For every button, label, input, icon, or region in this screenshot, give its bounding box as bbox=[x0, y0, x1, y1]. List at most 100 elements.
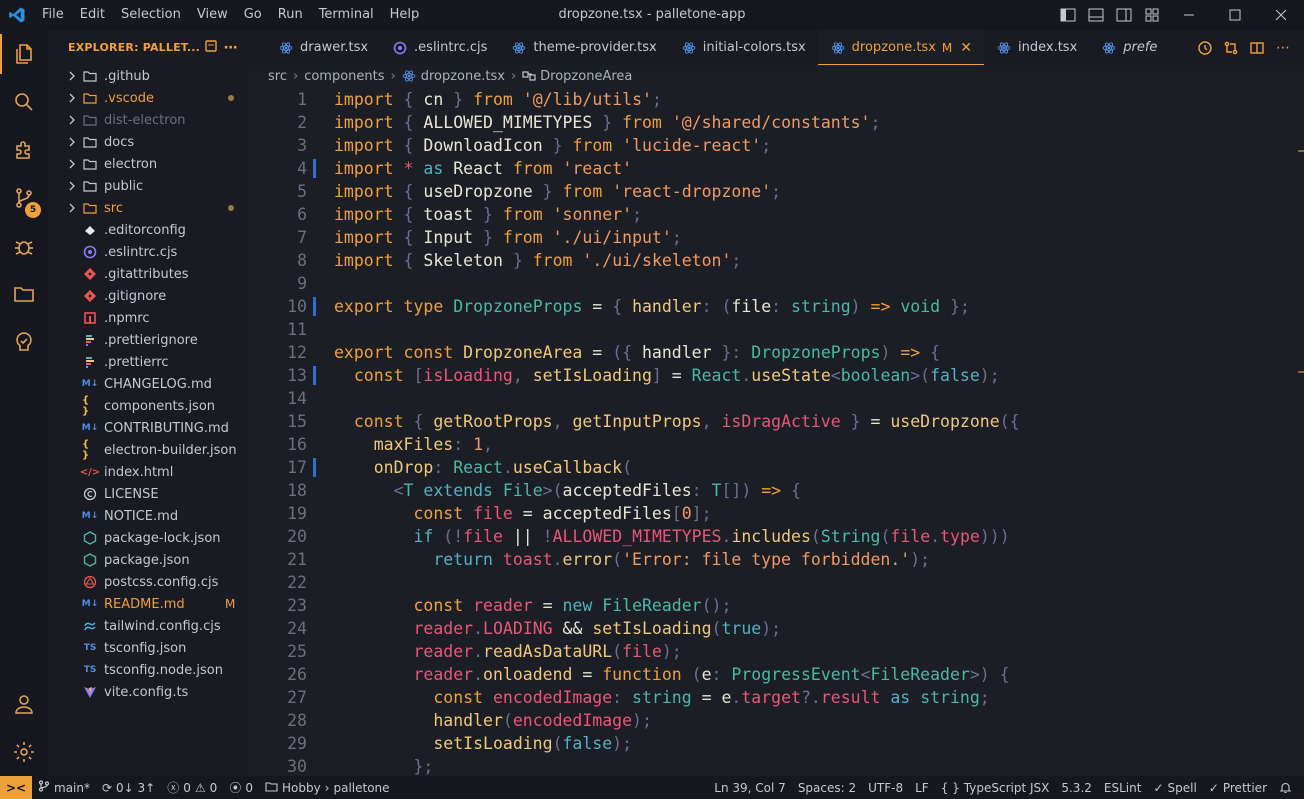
prettier-status[interactable]: ✓ Prettier bbox=[1203, 781, 1273, 795]
tree-folder[interactable]: docs bbox=[48, 131, 248, 153]
extensions-puzzle-icon[interactable] bbox=[0, 126, 48, 174]
encoding[interactable]: UTF-8 bbox=[862, 781, 909, 795]
spell-status[interactable]: ✓ Spell bbox=[1147, 781, 1202, 795]
close-window-icon[interactable] bbox=[1258, 0, 1304, 30]
end-of-line[interactable]: LF bbox=[909, 781, 935, 795]
breadcrumb-item[interactable]: components bbox=[304, 69, 384, 84]
code-editor[interactable]: 1 import { cn } from '@/lib/utils'; 2 impor… bbox=[248, 87, 1304, 776]
tree-file[interactable]: M↓ README.md M bbox=[48, 593, 248, 615]
code-line[interactable]: 21 return toast.error('Error: file type … bbox=[248, 548, 1288, 571]
account-icon[interactable] bbox=[0, 680, 48, 728]
menu-item-help[interactable]: Help bbox=[382, 0, 428, 30]
code-line[interactable]: 25 reader.readAsDataURL(file); bbox=[248, 640, 1288, 663]
code-line[interactable]: 20 if (!file || !ALLOWED_MIMETYPES.inclu… bbox=[248, 525, 1288, 548]
tree-file[interactable]: postcss.config.cjs bbox=[48, 571, 248, 593]
toggle-panel-icon[interactable] bbox=[1082, 0, 1110, 30]
cursor-position[interactable]: Ln 39, Col 7 bbox=[708, 781, 792, 795]
search-icon[interactable] bbox=[0, 78, 48, 126]
code-line[interactable]: 11 bbox=[248, 318, 1288, 341]
code-line[interactable]: 6 import { toast } from 'sonner'; bbox=[248, 203, 1288, 226]
minimize-icon[interactable] bbox=[1166, 0, 1212, 30]
compare-changes-icon[interactable] bbox=[1220, 37, 1242, 59]
code-line[interactable]: 26 reader.onloadend = function (e: Progr… bbox=[248, 663, 1288, 686]
code-line[interactable]: 5 import { useDropzone } from 'react-drop… bbox=[248, 180, 1288, 203]
breadcrumb-item[interactable]: dropzone.tsx bbox=[421, 69, 505, 84]
tree-file[interactable]: { } components.json bbox=[48, 395, 248, 417]
code-line[interactable]: 9 bbox=[248, 272, 1288, 295]
tree-file[interactable]: .gitattributes bbox=[48, 263, 248, 285]
tree-file[interactable]: </> index.html bbox=[48, 461, 248, 483]
code-line[interactable]: 4 import * as React from 'react' bbox=[248, 157, 1288, 180]
code-line[interactable]: 15 const { getRootProps, getInputProps, … bbox=[248, 410, 1288, 433]
code-line[interactable]: 17 onDrop: React.useCallback( bbox=[248, 456, 1288, 479]
tree-file[interactable]: vite.config.ts bbox=[48, 681, 248, 703]
toggle-primary-sidebar-icon[interactable] bbox=[1054, 0, 1082, 30]
timeline-history-icon[interactable] bbox=[1194, 37, 1216, 59]
source-control-icon[interactable]: 5 bbox=[0, 174, 48, 222]
tab-initial-colors-tsx[interactable]: initial-colors.tsx bbox=[669, 30, 818, 65]
code-line[interactable]: 27 const encodedImage: string = e.target… bbox=[248, 686, 1288, 709]
sync-status[interactable]: ⟳ 0↓ 3↑ bbox=[96, 781, 161, 795]
remote-icon[interactable]: >< bbox=[0, 776, 32, 799]
tree-folder[interactable]: .github bbox=[48, 65, 248, 87]
code-line[interactable]: 19 const file = acceptedFiles[0]; bbox=[248, 502, 1288, 525]
tree-file[interactable]: M↓ CONTRIBUTING.md bbox=[48, 417, 248, 439]
tree-file[interactable]: M↓ CHANGELOG.md bbox=[48, 373, 248, 395]
code-line[interactable]: 18 <T extends File>(acceptedFiles: T[]) … bbox=[248, 479, 1288, 502]
tab-drawer-tsx[interactable]: drawer.tsx bbox=[248, 30, 380, 65]
eslint-status[interactable]: ESLint bbox=[1098, 781, 1148, 795]
code-line[interactable]: 16 maxFiles: 1, bbox=[248, 433, 1288, 456]
tree-file[interactable]: { } electron-builder.json bbox=[48, 439, 248, 461]
breadcrumb-item[interactable]: DropzoneArea bbox=[540, 69, 632, 84]
more-actions-icon[interactable]: ⋯ bbox=[224, 40, 238, 56]
typescript-version[interactable]: 5.3.2 bbox=[1055, 781, 1098, 795]
menu-item-selection[interactable]: Selection bbox=[113, 0, 189, 30]
split-editor-icon[interactable] bbox=[1246, 37, 1268, 59]
vscode-logo-icon[interactable] bbox=[0, 0, 34, 30]
toggle-secondary-sidebar-icon[interactable] bbox=[1110, 0, 1138, 30]
notifications-bell-icon[interactable] bbox=[1273, 781, 1304, 794]
tab-prefe[interactable]: prefe bbox=[1089, 30, 1169, 65]
tab-index-tsx[interactable]: index.tsx bbox=[984, 30, 1089, 65]
tree-file[interactable]: .npmrc bbox=[48, 307, 248, 329]
code-line[interactable]: 23 const reader = new FileReader(); bbox=[248, 594, 1288, 617]
menu-item-run[interactable]: Run bbox=[270, 0, 311, 30]
new-file-icon[interactable] bbox=[204, 39, 218, 56]
code-line[interactable]: 10 export type DropzoneProps = { handler:… bbox=[248, 295, 1288, 318]
menu-item-edit[interactable]: Edit bbox=[72, 0, 113, 30]
tree-folder[interactable]: electron bbox=[48, 153, 248, 175]
tab-eslintrc-cjs[interactable]: .eslintrc.cjs bbox=[380, 30, 499, 65]
code-line[interactable]: 7 import { Input } from './ui/input'; bbox=[248, 226, 1288, 249]
settings-gear-icon[interactable] bbox=[0, 728, 48, 776]
tree-file[interactable]: LICENSE bbox=[48, 483, 248, 505]
tree-folder[interactable]: src bbox=[48, 197, 248, 219]
workspace-status[interactable]: Hobby › palletone bbox=[259, 781, 396, 795]
maximize-icon[interactable] bbox=[1212, 0, 1258, 30]
tree-file[interactable]: package.json bbox=[48, 549, 248, 571]
tree-file[interactable]: .editorconfig bbox=[48, 219, 248, 241]
customize-layout-icon[interactable] bbox=[1138, 0, 1166, 30]
branch-status[interactable]: main* bbox=[32, 780, 96, 795]
tree-file[interactable]: M↓ NOTICE.md bbox=[48, 505, 248, 527]
code-line[interactable]: 30 }; bbox=[248, 755, 1288, 776]
breadcrumb-item[interactable]: src bbox=[268, 69, 287, 84]
close-tab-icon[interactable]: ✕ bbox=[960, 40, 972, 56]
explorer-icon[interactable] bbox=[0, 30, 48, 78]
menu-item-file[interactable]: File bbox=[34, 0, 72, 30]
language-mode[interactable]: { } TypeScript JSX bbox=[935, 781, 1056, 795]
code-line[interactable]: 13 const [isLoading, setIsLoading] = Rea… bbox=[248, 364, 1288, 387]
code-line[interactable]: 2 import { ALLOWED_MIMETYPES } from '@/sh… bbox=[248, 111, 1288, 134]
tree-folder[interactable]: public bbox=[48, 175, 248, 197]
indentation[interactable]: Spaces: 2 bbox=[792, 781, 862, 795]
tree-file[interactable]: .gitignore bbox=[48, 285, 248, 307]
tree-file[interactable]: TS tsconfig.json bbox=[48, 637, 248, 659]
tree-file[interactable]: .prettierignore bbox=[48, 329, 248, 351]
folder-icon[interactable] bbox=[0, 270, 48, 318]
tree-file[interactable]: .eslintrc.cjs bbox=[48, 241, 248, 263]
tab-theme-provider-tsx[interactable]: theme-provider.tsx bbox=[499, 30, 668, 65]
tab-dropzone-tsx[interactable]: dropzone.tsx M ✕ bbox=[817, 30, 985, 65]
code-line[interactable]: 3 import { DownloadIcon } from 'lucide-re… bbox=[248, 134, 1288, 157]
code-line[interactable]: 1 import { cn } from '@/lib/utils'; bbox=[248, 88, 1288, 111]
code-line[interactable]: 8 import { Skeleton } from './ui/skeleton… bbox=[248, 249, 1288, 272]
code-line[interactable]: 28 handler(encodedImage); bbox=[248, 709, 1288, 732]
